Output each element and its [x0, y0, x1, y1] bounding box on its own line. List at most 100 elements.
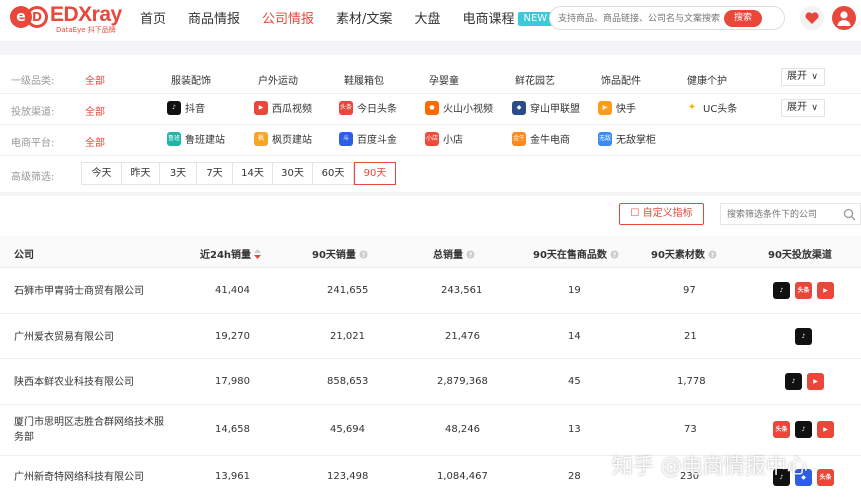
svg-text:?: ? — [362, 252, 366, 259]
col-channels-90d: 90天投放渠道 — [768, 250, 832, 261]
channel-option-toutiao[interactable]: 头条 今日头条 — [339, 100, 397, 115]
logo-mark: eD — [10, 4, 48, 28]
platform-filter-row: 电商平台: 全部 鲁班 鲁班建站 枫枫页建站 斗百度斗金 小店 小店 金牛 金牛电商 … — [0, 125, 861, 156]
xigua-icon: ▶ — [817, 282, 834, 299]
channel-all[interactable]: 全部 — [85, 103, 105, 118]
time-tab[interactable]: 3天 — [160, 163, 197, 184]
materials-90d: 73 — [684, 424, 697, 435]
global-search-button[interactable]: 搜索 — [724, 10, 762, 27]
channel-filter-row: 投放渠道: 全部 ♪ 抖音 ▶ 西瓜视频 头条 今日头条 ● 火山小视频 ◆ 穿山甲联盟 … — [0, 94, 861, 125]
category-option[interactable]: 户外运动 — [258, 72, 298, 87]
table-row[interactable]: 陕西本鲜农业科技有限公司 17,980 858,653 2,879,368 45… — [0, 359, 861, 405]
douyin-icon: ♪ — [773, 282, 790, 299]
help-icon[interactable]: ? — [610, 250, 619, 259]
category-option[interactable]: 鲜花园艺 — [515, 72, 555, 87]
global-search-input[interactable] — [558, 11, 728, 26]
table-row[interactable]: 厦门市思明区志胜合群网络技术服务部 14,658 45,694 48,246 1… — [0, 405, 861, 456]
toutiao-icon: 头条 — [795, 282, 812, 299]
total-sales: 48,246 — [445, 424, 480, 435]
platform-option-wudi[interactable]: 无敌 无敌掌柜 — [598, 131, 656, 146]
company-name[interactable]: 广州新奇特网络科技有限公司 — [14, 470, 164, 485]
channel-option-xigua[interactable]: ▶ 西瓜视频 — [254, 100, 312, 115]
platform-all[interactable]: 全部 — [85, 134, 105, 149]
help-icon[interactable]: ? — [466, 250, 475, 259]
col-sales-90d-label: 90天销量 — [312, 250, 356, 261]
table-row[interactable]: 石狮市甲胄骑士商贸有限公司 41,404 241,655 243,561 19 … — [0, 268, 861, 314]
time-tab[interactable]: 30天 — [273, 163, 313, 184]
channel-option-label: UC头条 — [703, 104, 738, 115]
company-name[interactable]: 厦门市思明区志胜合群网络技术服务部 — [14, 415, 164, 445]
category-expand-button[interactable]: 展开 ∨ — [781, 68, 825, 86]
channel-option-huoshan[interactable]: ● 火山小视频 — [425, 100, 493, 115]
category-option[interactable]: 孕婴童 — [429, 72, 459, 87]
company-name[interactable]: 石狮市甲胄骑士商贸有限公司 — [14, 284, 164, 299]
category-option[interactable]: 健康个护 — [687, 72, 727, 87]
main-nav: 首页 商品情报 公司情报 素材/文案 大盘 电商课程 NEW — [140, 0, 574, 42]
new-badge: NEW — [518, 12, 553, 26]
sort-icon[interactable]: ? — [359, 250, 368, 259]
col-total-sales[interactable]: 总销量? — [433, 246, 475, 261]
nav-product-intel[interactable]: 商品情报 — [188, 0, 240, 42]
channel-option-pangle[interactable]: ◆ 穿山甲联盟 — [512, 100, 580, 115]
xigua-icon: ▶ — [807, 373, 824, 390]
nav-courses[interactable]: 电商课程 NEW — [462, 0, 553, 42]
platform-option-label: 金牛电商 — [530, 135, 570, 146]
platform-option-label: 无敌掌柜 — [616, 135, 656, 146]
materials-90d: 21 — [684, 331, 697, 342]
filter-panel: 一级品类: 全部 服装配饰 户外运动 鞋履箱包 孕婴童 鲜花园艺 饰品配件 健康… — [0, 55, 861, 192]
category-all[interactable]: 全部 — [85, 72, 105, 87]
category-option[interactable]: 鞋履箱包 — [344, 72, 384, 87]
nav-company-intel[interactable]: 公司情报 — [262, 0, 314, 42]
col-sales-24h[interactable]: 近24h销量 — [200, 246, 262, 261]
toutiao-icon: 头条 — [773, 421, 790, 438]
kuaishou-icon: ▶ — [598, 100, 612, 115]
table-row[interactable]: 广州爱衣贸易有限公司 19,270 21,021 21,476 14 21 ♪ — [0, 314, 861, 359]
col-materials-90d[interactable]: 90天素材数? — [651, 246, 717, 261]
col-company: 公司 — [14, 250, 34, 261]
sales-90d: 123,498 — [327, 471, 369, 482]
nav-home[interactable]: 首页 — [140, 0, 166, 42]
platform-option-label: 百度斗金 — [357, 135, 397, 146]
platform-option-xiaodian[interactable]: 小店 小店 — [425, 131, 463, 146]
time-tab[interactable]: 60天 — [313, 163, 354, 184]
user-avatar-button[interactable] — [832, 6, 856, 30]
help-icon[interactable]: ? — [708, 250, 717, 259]
time-tab[interactable]: 昨天 — [122, 163, 160, 184]
time-tab[interactable]: 14天 — [233, 163, 273, 184]
time-tab[interactable]: 7天 — [197, 163, 233, 184]
favorites-button[interactable] — [800, 6, 824, 30]
time-tab-active[interactable]: 90天 — [354, 162, 396, 185]
search-icon[interactable] — [843, 208, 856, 221]
company-search-input[interactable] — [727, 208, 839, 221]
channel-option-label: 穿山甲联盟 — [530, 104, 580, 115]
channel-option-kuaishou[interactable]: ▶ 快手 — [598, 100, 636, 115]
col-products-90d[interactable]: 90天在售商品数? — [533, 246, 619, 261]
logo[interactable]: eD EDXray DataEye 抖下品牌 — [10, 4, 122, 36]
pangle-icon: ◆ — [512, 100, 526, 115]
sales-90d: 45,694 — [330, 424, 365, 435]
col-sales-90d[interactable]: 90天销量? — [312, 246, 368, 261]
time-tab[interactable]: 今天 — [82, 163, 122, 184]
channel-expand-button[interactable]: 展开 ∨ — [781, 99, 825, 117]
company-name[interactable]: 陕西本鲜农业科技有限公司 — [14, 375, 164, 390]
platform-option-luban[interactable]: 鲁班 鲁班建站 — [167, 131, 225, 146]
total-sales: 21,476 — [445, 331, 480, 342]
nav-market[interactable]: 大盘 — [414, 0, 440, 42]
products-90d: 19 — [568, 285, 581, 296]
top-header: eD EDXray DataEye 抖下品牌 首页 商品情报 公司情报 素材/文… — [0, 0, 861, 42]
channel-option-uc[interactable]: ✦ UC头条 — [685, 100, 738, 116]
platform-option-doujin[interactable]: 斗百度斗金 — [339, 131, 397, 146]
category-option[interactable]: 服装配饰 — [171, 72, 211, 87]
custom-metrics-button[interactable]: ☐ 自定义指标 — [619, 203, 704, 225]
platform-option-fengye[interactable]: 枫枫页建站 — [254, 131, 312, 146]
total-sales: 2,879,368 — [437, 376, 488, 387]
toutiao-icon: 头条 — [339, 100, 353, 115]
channel-option-douyin[interactable]: ♪ 抖音 — [167, 100, 205, 115]
company-name[interactable]: 广州爱衣贸易有限公司 — [14, 330, 164, 345]
sort-desc-icon[interactable] — [254, 249, 262, 259]
col-sales-24h-label: 近24h销量 — [200, 250, 252, 261]
nav-materials[interactable]: 素材/文案 — [336, 0, 392, 42]
platform-option-jinniu[interactable]: 金牛 金牛电商 — [512, 131, 570, 146]
category-option[interactable]: 饰品配件 — [601, 72, 641, 87]
platform-option-label: 小店 — [443, 135, 463, 146]
